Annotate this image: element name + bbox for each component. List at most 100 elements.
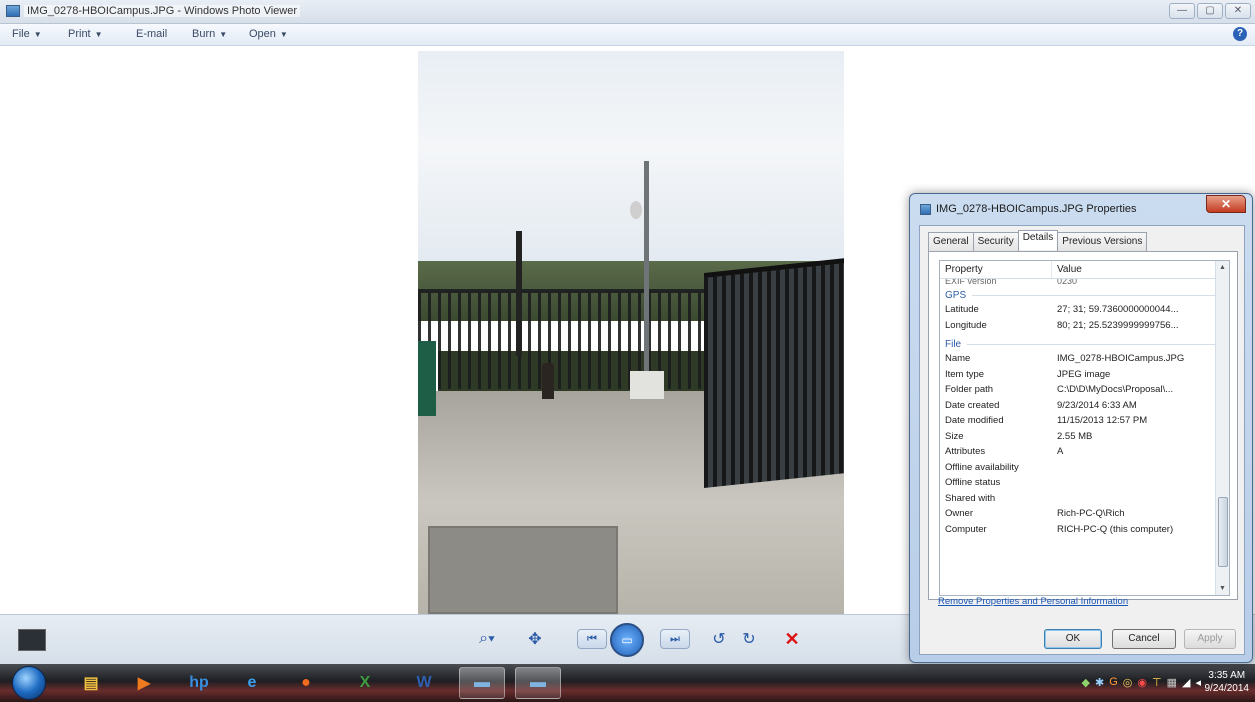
photo-pole-base — [630, 371, 664, 399]
help-icon[interactable]: ? — [1233, 27, 1247, 41]
list-item[interactable]: Latitude 27; 31; 59.7360000000044... — [940, 304, 1229, 320]
previous-button[interactable]: ⏮ — [577, 629, 607, 649]
remove-properties-link[interactable]: Remove Properties and Personal Informati… — [938, 596, 1128, 607]
close-window-button[interactable]: ✕ — [1225, 3, 1251, 19]
tray-icon[interactable]: G — [1109, 676, 1118, 689]
group-header-file: File — [940, 335, 1229, 353]
list-item[interactable]: Owner Rich-PC-Q\Rich — [940, 508, 1229, 524]
properties-dialog: IMG_0278-HBOICampus.JPG Properties ✕ Gen… — [909, 193, 1253, 663]
menu-open[interactable]: Open ▼ — [249, 28, 288, 40]
list-item[interactable]: Computer RICH-PC-Q (this computer) — [940, 524, 1229, 540]
property-name: Owner — [945, 508, 973, 519]
property-name: Longitude — [945, 319, 987, 331]
list-item[interactable]: Longitude 80; 21; 25.5239999999756... — [940, 320, 1229, 336]
delete-icon[interactable]: ✕ — [780, 624, 804, 654]
tray-icon[interactable]: ◉ — [1137, 676, 1147, 689]
start-button[interactable] — [12, 666, 46, 700]
rotate-counterclockwise-icon[interactable]: ↺ — [707, 624, 731, 654]
taskbar-photo-viewer-2-icon[interactable]: ▬ — [515, 667, 561, 699]
taskbar-firefox-icon[interactable]: ● — [283, 667, 329, 699]
property-value: 80; 21; 25.5239999999756... — [1057, 319, 1179, 331]
tray-icon[interactable]: ◢ — [1182, 676, 1190, 689]
menu-open-label: Open — [249, 28, 276, 40]
menu-email-label: E-mail — [136, 28, 168, 40]
tab-previous-versions[interactable]: Previous Versions — [1057, 232, 1148, 252]
taskbar-media-icon[interactable]: ▶ — [121, 667, 167, 699]
tray-icon[interactable]: ⊤ — [1152, 676, 1162, 689]
minimize-button[interactable]: — — [1169, 3, 1195, 19]
photo-anemometer — [630, 201, 642, 219]
tab-details[interactable]: Details — [1017, 230, 1059, 250]
menu-burn[interactable]: Burn ▼ — [192, 28, 227, 40]
tab-general[interactable]: General — [928, 232, 974, 252]
tray-icon[interactable]: ◂ — [1195, 676, 1201, 689]
maximize-button[interactable]: ▢ — [1197, 3, 1223, 19]
property-name: Name — [945, 353, 971, 364]
group-header-gps: GPS — [940, 286, 1229, 304]
details-panel: Property Value EXIF version 0230 GPS Lat… — [928, 251, 1238, 600]
group-label: GPS — [945, 289, 967, 301]
zoom-icon[interactable]: ⌕▾ — [470, 624, 504, 654]
list-item[interactable]: Shared with — [940, 493, 1229, 509]
property-name: Attributes — [945, 446, 986, 457]
taskbar-ie-icon[interactable]: e — [229, 667, 275, 699]
windows-taskbar: ▤ ▶ hp e ● X W ▬ ▬ ◆ ✱ G ◎ ◉ ⊤ ▦ ◢ ◂ 3:35 AM 9/24/2014 — [0, 664, 1255, 702]
column-header-value[interactable]: Value — [1052, 261, 1082, 278]
taskbar-hp-icon[interactable]: hp — [176, 667, 222, 699]
tray-icon[interactable]: ✱ — [1095, 676, 1104, 689]
taskbar-explorer-icon[interactable]: ▤ — [68, 667, 114, 699]
list-item[interactable]: Attributes A — [940, 446, 1229, 462]
properties-scrollbar[interactable]: ▲ ▼ — [1215, 261, 1229, 595]
property-value — [1057, 493, 1229, 509]
property-name: Offline availability — [945, 461, 1019, 473]
list-item[interactable]: Item type JPEG image — [940, 369, 1229, 385]
scroll-up-icon[interactable]: ▲ — [1219, 264, 1226, 271]
properties-list[interactable]: Property Value EXIF version 0230 GPS Lat… — [939, 260, 1230, 596]
property-name: Date modified — [945, 415, 1004, 426]
taskbar-excel-icon[interactable]: X — [342, 667, 388, 699]
property-value — [1057, 477, 1229, 493]
property-name: Shared with — [945, 492, 996, 504]
slideshow-button[interactable]: ▭ — [610, 623, 644, 657]
menu-burn-label: Burn — [192, 28, 216, 40]
list-item[interactable]: Offline availability — [940, 462, 1229, 478]
tray-icon[interactable]: ◆ — [1082, 676, 1090, 689]
tray-icon[interactable]: ▦ — [1167, 676, 1177, 689]
column-header-property[interactable]: Property — [940, 261, 1052, 278]
taskbar-word-icon[interactable]: W — [401, 667, 447, 699]
scroll-down-icon[interactable]: ▼ — [1219, 585, 1226, 592]
property-value: JPEG image — [1057, 368, 1111, 380]
fit-window-icon[interactable]: ✥ — [522, 624, 548, 654]
dialog-titlebar[interactable]: IMG_0278-HBOICampus.JPG Properties ✕ — [910, 194, 1252, 224]
menu-print[interactable]: Print ▼ — [68, 28, 103, 40]
ok-button[interactable]: OK — [1044, 629, 1102, 649]
photo-hydrant — [542, 363, 554, 399]
next-button[interactable]: ⏭ — [660, 629, 690, 649]
dialog-close-button[interactable]: ✕ — [1206, 195, 1246, 213]
dialog-body: General Security Details Previous Versio… — [919, 225, 1245, 655]
menu-file[interactable]: File ▼ — [12, 28, 42, 40]
list-item[interactable]: Folder path C:\D\D\MyDocs\Proposal\... — [940, 384, 1229, 400]
chevron-down-icon: ▼ — [219, 30, 228, 39]
photo-viewer-titlebar[interactable]: IMG_0278-HBOICampus.JPG - Windows Photo … — [0, 0, 1255, 24]
list-item[interactable]: Offline status — [940, 477, 1229, 493]
taskbar-photo-viewer-1-icon[interactable]: ▬ — [459, 667, 505, 699]
tab-security[interactable]: Security — [972, 232, 1019, 252]
list-item[interactable]: Date modified 11/15/2013 12:57 PM — [940, 415, 1229, 431]
tray-icon[interactable]: ◎ — [1123, 676, 1133, 689]
window-title: IMG_0278-HBOICampus.JPG - Windows Photo … — [24, 5, 301, 17]
menu-print-label: Print — [68, 28, 91, 40]
scrollbar-thumb[interactable] — [1218, 497, 1228, 567]
property-name: EXIF version — [945, 279, 997, 286]
property-value: IMG_0278-HBOICampus.JPG — [1057, 353, 1185, 364]
filmstrip-thumbnail[interactable] — [18, 629, 46, 651]
list-item[interactable]: Date created 9/23/2014 6:33 AM — [940, 400, 1229, 416]
rotate-clockwise-icon[interactable]: ↻ — [737, 624, 761, 654]
menu-email[interactable]: E-mail — [136, 28, 167, 40]
cancel-button[interactable]: Cancel — [1112, 629, 1176, 649]
list-item[interactable]: Size 2.55 MB — [940, 431, 1229, 447]
clock[interactable]: 3:35 AM 9/24/2014 — [1205, 669, 1250, 695]
apply-button[interactable]: Apply — [1184, 629, 1236, 649]
photo-concrete-pad — [428, 526, 618, 614]
list-item[interactable]: Name IMG_0278-HBOICampus.JPG — [940, 353, 1229, 369]
